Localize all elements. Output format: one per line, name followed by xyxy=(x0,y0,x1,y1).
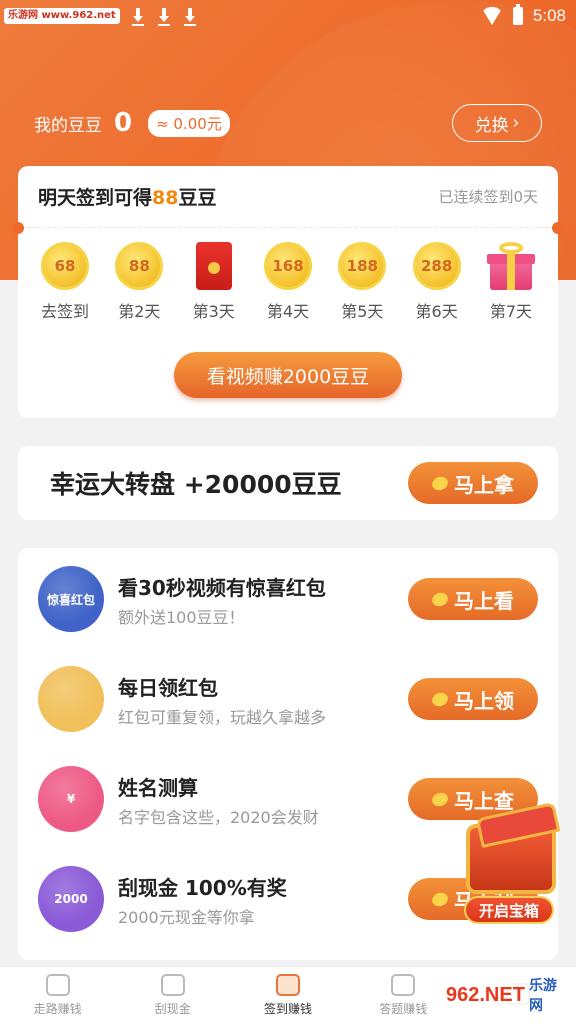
signin-day: 88 第2天 xyxy=(108,242,170,322)
signin-header: 明天签到可得88豆豆 已连续签到0天 xyxy=(18,166,558,228)
lucky-wheel-title: 幸运大转盘 +20000豆豆 xyxy=(50,470,342,499)
book-icon xyxy=(391,974,416,996)
nav-item-label: 签到赚钱 xyxy=(264,1002,313,1016)
task-title: 每日领红包 xyxy=(118,676,218,700)
balance-value: 0 xyxy=(114,108,133,138)
balance-row: 我的豆豆 0 ≈ 0.00元 xyxy=(34,108,230,138)
task-subtitle: 额外送100豆豆！ xyxy=(118,608,245,627)
signin-day: 第7天 xyxy=(480,242,542,322)
signin-day: 188 第5天 xyxy=(331,242,393,322)
watermark-text: 乐游网 xyxy=(528,978,557,1014)
signin-day: 第3天 xyxy=(183,242,245,322)
download-icon xyxy=(156,6,172,26)
signin-day[interactable]: 68 去签到 xyxy=(34,242,96,322)
cash-equivalent: ≈ 0.00元 xyxy=(148,109,230,137)
task-subtitle: 名字包含这些，2020会发财 xyxy=(118,808,319,827)
coin-icon: 288 xyxy=(412,242,461,290)
signin-streak: 已连续签到0天 xyxy=(438,188,538,206)
battery-icon xyxy=(512,4,523,25)
nav-item[interactable]: 签到赚钱 xyxy=(230,967,345,1024)
signin-day-label: 第2天 xyxy=(118,302,161,321)
signin-day: 288 第6天 xyxy=(406,242,468,322)
wifi-icon xyxy=(480,7,503,25)
task-subtitle: 红包可重复领，玩越久拿越多 xyxy=(118,708,327,727)
treasure-box-button[interactable]: 开启宝箱 xyxy=(460,802,570,930)
signin-amount: 88 xyxy=(152,187,179,209)
site-badge: 乐游网 www.962.net xyxy=(4,8,120,24)
redpack-bundle-icon xyxy=(38,666,104,732)
signin-day-label: 去签到 xyxy=(40,302,89,321)
lucky-wheel-button[interactable]: 马上拿 xyxy=(408,462,538,504)
task-action-button[interactable]: 马上看 xyxy=(408,578,538,620)
shoe-icon xyxy=(45,974,70,996)
gift-box-icon xyxy=(486,242,536,290)
download-icon xyxy=(182,6,198,26)
signin-card: 明天签到可得88豆豆 已连续签到0天 68 去签到 88 第2天 第3天 168 第4天 18… xyxy=(12,166,564,418)
signin-day: 168 第4天 xyxy=(257,242,319,322)
signin-day-label: 第7天 xyxy=(489,302,533,321)
task-title: 看30秒视频有惊喜红包 xyxy=(118,576,326,600)
task-icon-text: ¥ xyxy=(66,792,76,806)
signin-title: 明天签到可得88豆豆 xyxy=(38,187,217,209)
exchange-button[interactable]: 兑换 › xyxy=(452,104,542,142)
site-watermark: 962.NET 乐游网 xyxy=(440,972,570,1018)
lucky-wheel-card: 幸运大转盘 +20000豆豆 马上拿 xyxy=(18,446,558,520)
coin-icon: 68 xyxy=(41,242,89,290)
task-item: 每日领红包红包可重复领，玩越久拿越多 马上领 xyxy=(18,648,558,748)
bean-icon xyxy=(430,790,450,808)
signin-day-label: 第6天 xyxy=(415,302,458,321)
balance-label: 我的豆豆 xyxy=(34,115,102,136)
scratch-card-icon: 2000 xyxy=(38,866,104,932)
bean-icon xyxy=(430,474,450,492)
task-subtitle: 2000元现金等你拿 xyxy=(118,908,255,927)
nav-item-label: 走路赚钱 xyxy=(33,1002,82,1016)
nav-item-label: 答题赚钱 xyxy=(379,1002,428,1016)
surprise-redpack-icon: 惊喜红包 xyxy=(38,566,104,632)
task-icon-text: 惊喜红包 xyxy=(46,592,95,607)
task-item: 惊喜红包 看30秒视频有惊喜红包额外送100豆豆！ 马上看 xyxy=(18,548,558,648)
red-envelope-icon xyxy=(195,242,232,290)
bean-icon xyxy=(430,590,450,608)
treasure-label: 开启宝箱 xyxy=(464,896,554,924)
exchange-label: 兑换 xyxy=(474,115,509,136)
signin-day-label: 第5天 xyxy=(341,302,384,321)
bean-icon xyxy=(160,974,185,996)
signin-days: 68 去签到 88 第2天 第3天 168 第4天 188 第5天 288 第6天 第7天 xyxy=(18,228,558,322)
name-fortune-icon: ¥ xyxy=(38,766,104,832)
task-title: 刮现金 100%有奖 xyxy=(118,876,287,900)
coin-icon: 168 xyxy=(263,242,312,290)
nav-item[interactable]: 走路赚钱 xyxy=(0,967,115,1024)
download-icon xyxy=(130,6,146,26)
task-action-button[interactable]: 马上领 xyxy=(408,678,538,720)
bean-icon xyxy=(430,690,450,708)
status-time: 5:08 xyxy=(532,6,566,25)
task-title: 姓名测算 xyxy=(118,776,198,800)
signin-day-label: 第4天 xyxy=(266,302,310,321)
status-bar: 乐游网 www.962.net 5:08 xyxy=(0,0,576,32)
nav-item-label: 刮现金 xyxy=(154,1002,191,1016)
watch-video-button[interactable]: 看视频赚2000豆豆 xyxy=(174,352,402,398)
gift-icon xyxy=(276,974,300,996)
nav-item[interactable]: 刮现金 xyxy=(115,967,230,1024)
coin-icon: 188 xyxy=(338,242,387,290)
task-icon-text: 2000 xyxy=(54,892,88,906)
chevron-right-icon: › xyxy=(512,113,520,133)
signin-day-label: 第3天 xyxy=(192,302,235,321)
coin-icon: 88 xyxy=(115,242,164,290)
watermark-logo: 962.NET xyxy=(446,983,525,1006)
bean-icon xyxy=(430,890,450,908)
